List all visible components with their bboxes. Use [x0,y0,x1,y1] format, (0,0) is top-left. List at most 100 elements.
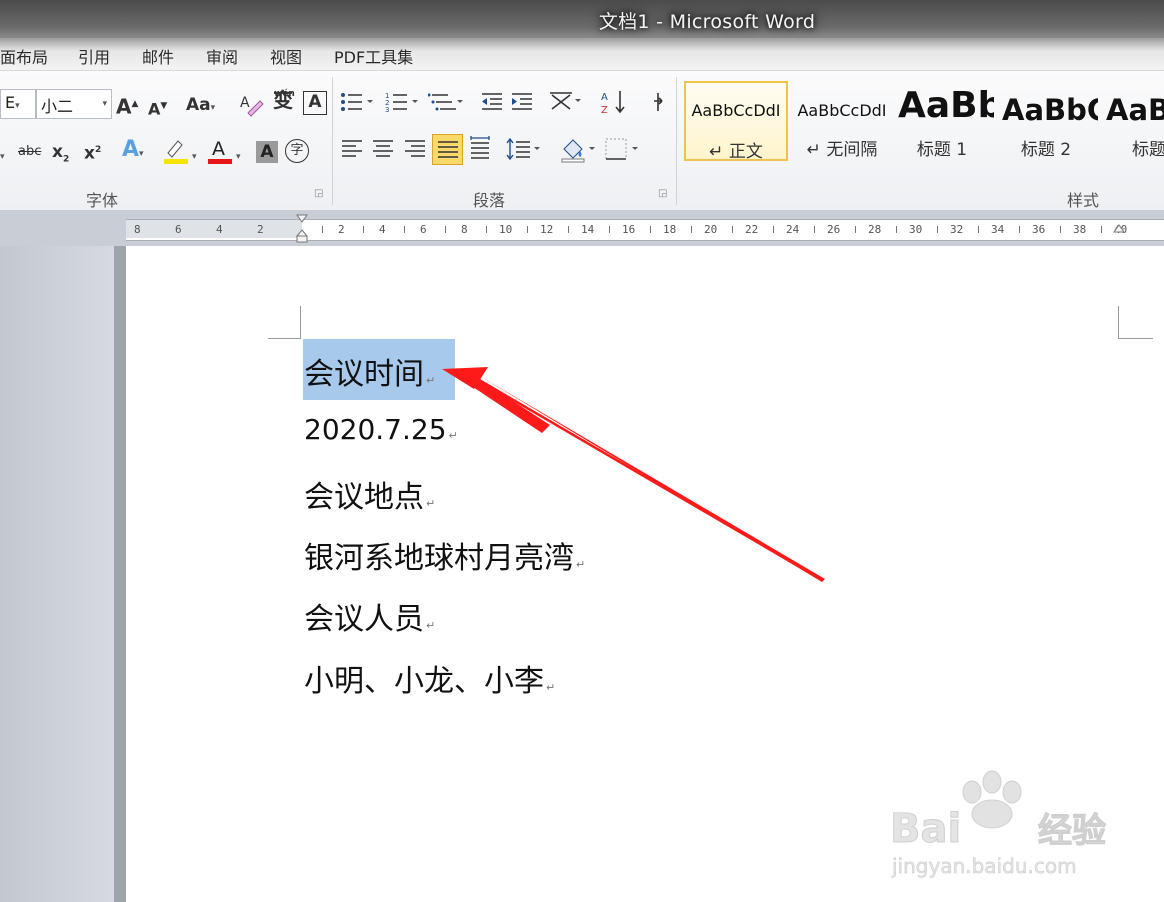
svg-text:jingyan.baidu.com: jingyan.baidu.com [891,854,1077,878]
ruler-tick [855,226,856,233]
ruler-number: 10 [499,223,513,236]
ruler-tick [568,226,569,233]
style-preview: AaB [1106,93,1164,127]
ruler-number: 20 [704,223,718,236]
tab-page-layout[interactable]: 面布局 [0,44,48,68]
ruler-number: 36 [1032,223,1046,236]
subscript-button[interactable]: x2 [52,141,69,170]
tab-review[interactable]: 审阅 [206,44,238,68]
justify-icon[interactable] [432,134,463,165]
sort-icon[interactable]: AZ [600,89,628,121]
chevron-down-icon[interactable]: ▾ [0,143,5,168]
font-size-combo[interactable]: 小二 ▾ [36,89,112,119]
ruler-tick [773,226,774,233]
enclose-characters-button[interactable]: 字 [285,139,309,163]
ruler-tick [322,226,323,233]
ruler-number: 12 [540,223,554,236]
document-line[interactable]: 会议地点 ↵ [304,472,435,516]
ruler-tick [937,226,938,233]
tab-pdf-tools[interactable]: PDF工具集 [334,44,413,68]
ruler-tick [896,226,897,233]
line-spacing-icon[interactable] [506,137,542,167]
superscript-button[interactable]: x2 [84,139,101,165]
crop-mark [1118,338,1153,339]
document-line[interactable]: 会议时间 ↵ [304,349,435,393]
style-preview: AaBbCcDdI [797,101,887,120]
show-formatting-marks-icon[interactable] [648,91,668,119]
align-left-icon[interactable] [340,137,364,167]
style-preview: AaBbCcDdI [691,101,781,120]
style-name: ↵ 无间隔 [806,140,878,160]
document-line[interactable]: 会议人员 ↵ [304,594,435,638]
text-effects-icon[interactable]: A▾ [122,139,144,165]
strikethrough-button[interactable]: abc [18,141,41,163]
chevron-down-icon[interactable]: ▾ [192,143,197,168]
change-case-button[interactable]: Aa▾ [186,94,215,119]
ruler-number: 28 [868,223,882,236]
window-title: 文档1 - Microsoft Word [598,11,816,33]
align-right-icon[interactable] [403,137,427,167]
svg-text:3: 3 [385,106,389,113]
style-title[interactable]: AaB 标题 [1102,81,1164,161]
font-name-combo[interactable]: E▾ [0,89,36,119]
ruler-number: 2 [257,223,264,236]
ruler-number: 38 [1073,223,1087,236]
tab-view[interactable]: 视图 [270,44,302,68]
clear-format-icon[interactable]: A [238,91,264,123]
ruler-number: 2 [338,223,345,236]
ruler-tick [609,226,610,233]
crop-mark [300,306,301,338]
character-shading-button[interactable]: A [256,141,278,163]
highlight-color-swatch [164,159,188,164]
svg-text:Bai: Bai [890,806,961,852]
document-line[interactable]: 小明、小龙、小李 ↵ [304,656,555,700]
font-dialog-launcher-icon[interactable]: ◲ [314,188,323,199]
ruler-number: 18 [663,223,677,236]
ruler-scale: 2 4 6 8 10 12 14 16 18 20 22 24 26 28 30… [302,220,1164,238]
page-edge [114,246,126,902]
bullets-icon[interactable] [340,91,376,119]
svg-text:经验: 经验 [1038,811,1106,851]
svg-text:A: A [240,95,250,111]
ruler-number: 24 [786,223,800,236]
ruler-tick [650,226,651,233]
phonetic-guide-button[interactable]: wén 变 [270,89,296,111]
chevron-down-icon[interactable]: ▾ [236,143,241,168]
tab-references[interactable]: 引用 [78,44,110,68]
group-divider [332,77,333,205]
right-indent-marker-icon[interactable] [1112,222,1126,236]
style-name: 标题 2 [1020,140,1072,160]
svg-text:Z: Z [601,105,608,115]
style-heading-2[interactable]: AaBbC 标题 2 [998,81,1098,161]
indent-marker-icon[interactable] [296,214,308,244]
borders-icon[interactable] [604,137,640,167]
paragraph-dialog-launcher-icon[interactable]: ◲ [658,188,667,199]
ruler-tick [732,226,733,233]
distributed-icon[interactable] [468,135,492,167]
ruler-margin: 8 6 4 2 [126,220,302,238]
style-preview: AaBbC [1002,93,1098,127]
shrink-font-button[interactable]: A▼ [148,95,167,120]
ribbon: E▾ 小二 ▾ A▲ A▼ Aa▾ A wén 变 A ▾ abc x2 x2 A… [0,70,1164,212]
increase-indent-icon[interactable] [510,91,534,119]
multilevel-list-icon[interactable] [427,91,464,119]
style-heading-1[interactable]: AaBb 标题 1 [894,81,994,161]
chinese-layout-icon[interactable] [548,89,584,119]
ruler-tick [404,226,405,233]
character-border-button[interactable]: A [303,91,327,115]
style-normal[interactable]: AaBbCcDdI ↵ 正文 [684,81,788,162]
align-center-icon[interactable] [371,137,395,167]
font-color-icon[interactable]: A [206,135,234,171]
style-no-spacing[interactable]: AaBbCcDdI ↵ 无间隔 [790,81,894,161]
styles-group-label: 样式 [1067,191,1100,210]
tab-mailings[interactable]: 邮件 [142,44,174,68]
highlight-icon[interactable] [162,137,190,171]
title-bar: 文档1 - Microsoft Word [0,0,1164,38]
ruler-tick [691,226,692,233]
ruler-tick [814,226,815,233]
paragraph-mark: ↵ [546,681,556,694]
grow-font-button[interactable]: A▲ [116,93,138,118]
decrease-indent-icon[interactable] [480,91,504,119]
numbering-icon[interactable]: 123 [385,91,421,119]
shading-icon[interactable] [560,135,598,169]
